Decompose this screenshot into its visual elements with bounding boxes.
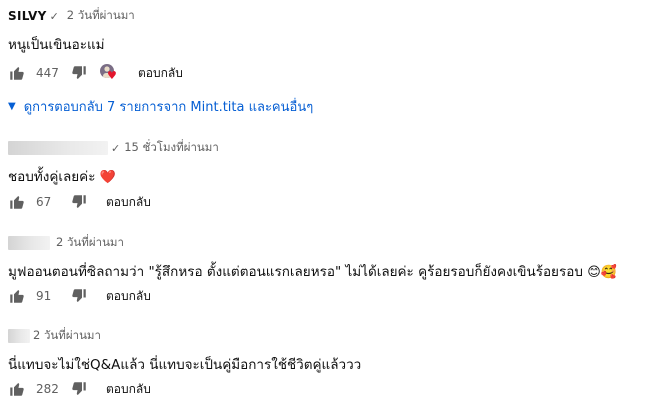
like-count: 447 [36,66,59,80]
comment-actions: 67 ตอบกลับ [8,192,151,212]
comment-header: SILVY ✓ 2 วันที่ผ่านมา [8,7,135,25]
thumbs-down-icon[interactable] [70,287,88,305]
thumbs-up-icon[interactable] [8,287,26,305]
comment-actions: 447 ♥ ตอบกลับ [8,63,183,83]
comment-timestamp[interactable]: 15 ชั่วโมงที่ผ่านมา [124,139,219,157]
comment-actions: 91 ตอบกลับ [8,286,151,306]
reply-button[interactable]: ตอบกลับ [138,64,183,83]
comment-header: ✓ 15 ชั่วโมงที่ผ่านมา [8,139,219,157]
verified-check-icon: ✓ [49,9,59,23]
comment-header: 2 วันที่ผ่านมา [8,327,101,345]
comment-timestamp[interactable]: 2 วันที่ผ่านมา [33,327,101,345]
thumbs-down-icon[interactable] [70,64,88,82]
creator-heart-badge: ♥ [100,64,118,82]
view-replies-label: ดูการตอบกลับ 7 รายการจาก Mint.tita และคน… [23,100,314,115]
reply-button[interactable]: ตอบกลับ [106,287,151,306]
comment-text-content: มูฟออนตอนที่ซิลถามว่า "รู้สึกหรอ ตั้งแต่… [8,264,583,280]
reply-button[interactable]: ตอบกลับ [106,380,151,399]
heart-emoji: ❤️ [99,170,116,185]
heart-icon: ♥ [107,69,117,82]
verified-check-icon: ✓ [111,141,121,155]
author-name-redacted[interactable] [8,329,30,343]
thumbs-down-icon[interactable] [70,193,88,211]
comment-actions: 282 ตอบกลับ [8,379,151,399]
author-name-redacted[interactable] [8,141,108,155]
comment-text-content: ชอบทั้งคู่เลยค่ะ [8,169,96,185]
comment-text: นี่แทบจะไม่ใช่Q&Aแล้ว นี่แทบจะเป็นคู่มือ… [8,357,362,373]
comment-text: หนูเป็นเขินอะแม่ [8,37,105,53]
comment-text: มูฟออนตอนที่ซิลถามว่า "รู้สึกหรอ ตั้งแต่… [8,260,617,282]
reply-button[interactable]: ตอบกลับ [106,193,151,212]
chevron-down-icon: ▼ [8,101,16,112]
comment-header: 2 วันที่ผ่านมา [8,234,124,252]
comment-timestamp[interactable]: 2 วันที่ผ่านมา [67,7,135,25]
like-count: 67 [36,195,52,209]
thumbs-up-icon[interactable] [8,193,26,211]
thumbs-up-icon[interactable] [8,64,26,82]
smile-emoji: 😊 [587,265,601,280]
author-name-redacted[interactable] [8,236,50,250]
like-count: 282 [36,382,59,396]
author-name[interactable]: SILVY [8,9,47,23]
view-replies-button[interactable]: ▼ ดูการตอบกลับ 7 รายการจาก Mint.tita และ… [8,96,313,117]
thumbs-down-icon[interactable] [70,380,88,398]
thumbs-up-icon[interactable] [8,380,26,398]
like-count: 91 [36,289,52,303]
heart-eyes-emoji: 🥰 [600,265,617,280]
comment-timestamp[interactable]: 2 วันที่ผ่านมา [56,234,124,252]
comment-text: ชอบทั้งคู่เลยค่ะ ❤️ [8,165,116,187]
